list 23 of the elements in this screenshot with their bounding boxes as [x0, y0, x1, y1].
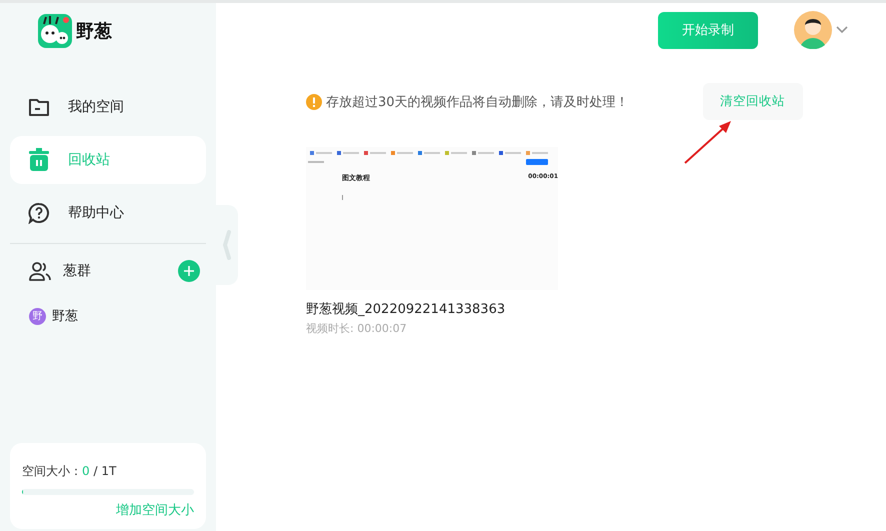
help-icon — [28, 202, 50, 224]
text-cursor-drawing — [342, 195, 343, 200]
group-item[interactable]: 野 野葱 — [10, 298, 84, 334]
warning-icon — [306, 94, 322, 110]
notice-text: 存放超过30天的视频作品将自动删除，请及时处理！ — [326, 94, 629, 110]
folder-icon — [28, 96, 50, 118]
add-group-button[interactable] — [178, 260, 200, 282]
people-icon — [29, 261, 51, 281]
logo-name: 野葱 — [76, 20, 112, 43]
arrow — [682, 119, 733, 165]
sidebar-item[interactable]: 我的空间 — [10, 83, 206, 131]
chevron-down-icon[interactable] — [836, 26, 848, 34]
avatar-icon[interactable] — [794, 11, 832, 49]
trash-icon — [28, 148, 50, 172]
sidebar-item[interactable]: 帮助中心 — [10, 189, 206, 237]
thumbnail-button-drawing — [526, 159, 548, 165]
group-title: 葱群 — [63, 262, 92, 280]
video-duration: 视频时长: 00:00:07 — [306, 321, 408, 336]
video-title: 野葱视频_20220922141338363 — [306, 301, 506, 318]
logo-icon — [38, 14, 72, 48]
collapse-handle[interactable] — [216, 205, 238, 285]
storage-usage: 空间大小：0 / 1T — [22, 463, 118, 480]
plus-icon — [184, 266, 194, 276]
